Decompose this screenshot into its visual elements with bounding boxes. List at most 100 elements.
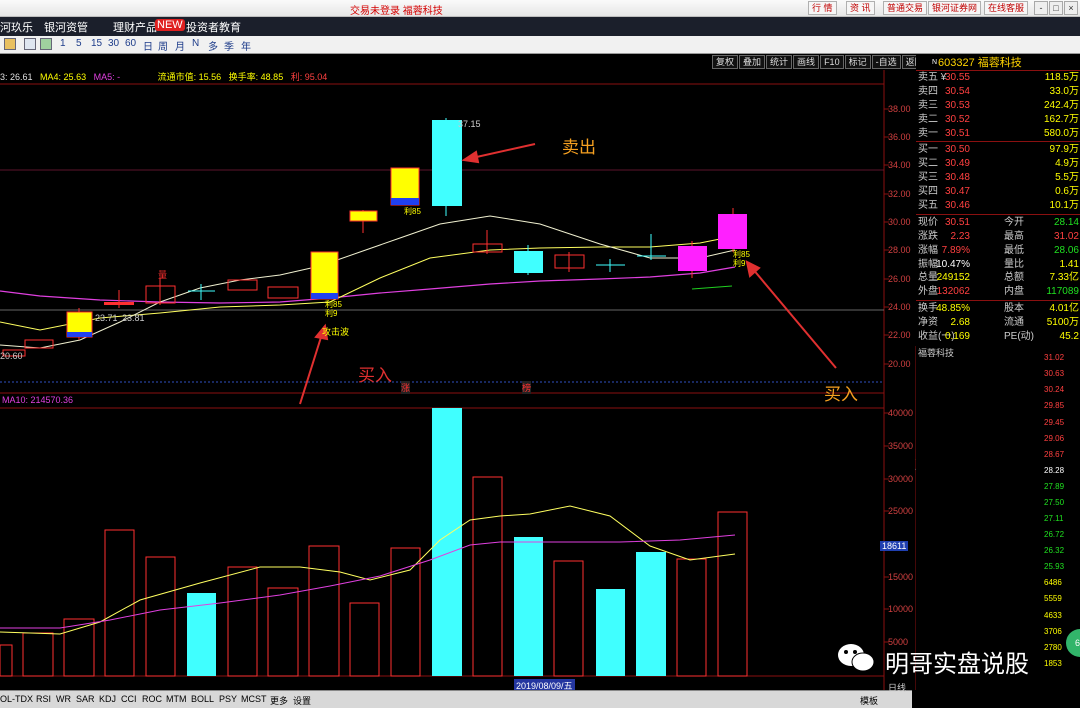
profit-tag: 利9 [733, 259, 746, 268]
ma-marker: 量 [158, 270, 168, 280]
stat-row: 涨跌 2.23 最高 31.02 [918, 230, 1079, 242]
tab-psy[interactable]: PSY [219, 694, 237, 704]
tab-more[interactable]: 更多 [270, 694, 288, 707]
tab-settings[interactable]: 设置 [293, 694, 311, 707]
tab-vol-tdx[interactable]: OL-TDX [0, 694, 33, 704]
ask-row[interactable]: 卖三 30.53 242.4万 [916, 99, 1080, 113]
minimize-icon[interactable]: - [1034, 1, 1048, 15]
price-tick: 38.00 [888, 104, 911, 114]
broker-web-button[interactable]: 银河证券网 [928, 1, 982, 15]
bid-row[interactable]: 买三 30.48 5.5万 [916, 171, 1080, 185]
template-button[interactable]: 模板 [860, 694, 878, 707]
vol-highlight: 18611 [880, 541, 909, 551]
bid-row[interactable]: 买一 30.50 97.9万 [916, 143, 1080, 157]
price-tick: 34.00 [888, 160, 911, 170]
mini-price-tick: 29.06 [1044, 434, 1065, 443]
bid-row[interactable]: 买五 30.46 10.1万 [916, 199, 1080, 213]
divider [916, 213, 1080, 215]
vol-tick: 30000 [888, 474, 914, 484]
mini-price-tick: 28.28 [1044, 466, 1065, 475]
mini-chart-title: 福蓉科技 [918, 348, 955, 358]
vol-tick: 35000 [888, 441, 914, 451]
kline-chart[interactable] [0, 0, 916, 690]
tab-kdj[interactable]: KDJ [99, 694, 116, 704]
mini-vol-tick: 4633 [1044, 611, 1062, 620]
divider [916, 141, 1080, 143]
attack-wave-label: 攻击波 [322, 327, 350, 337]
rank-marker: 榜 [522, 381, 532, 394]
stat-row: 换手 48.85% 股本 4.01亿 [918, 303, 1079, 315]
maximize-icon[interactable]: □ [1049, 1, 1063, 15]
ask-row[interactable]: 卖二 30.52 162.7万 [916, 113, 1080, 127]
mini-vol-tick: 1853 [1044, 659, 1062, 668]
tab-wr[interactable]: WR [56, 694, 71, 704]
quote-panel: N 603327 福蓉科技 卖五 ¥30.55 118.5万 卖四 30.54 33.… [916, 55, 1080, 345]
high-label: 37.15 [458, 119, 481, 129]
tab-rsi[interactable]: RSI [36, 694, 51, 704]
bid-row[interactable]: 买四 30.47 0.6万 [916, 185, 1080, 199]
mini-price-tick: 27.89 [1044, 482, 1065, 491]
mini-vol-tick: 2780 [1044, 643, 1062, 652]
divider [916, 300, 1080, 302]
up-marker: 涨 [401, 381, 411, 394]
stat-row: 净资 2.68 流通 5100万 [918, 317, 1079, 329]
tab-mcst[interactable]: MCST [241, 694, 267, 704]
mini-price-tick: 27.50 [1044, 498, 1065, 507]
indicator-tab-bar: OL-TDX RSI WR SAR KDJ CCI ROC MTM BOLL P… [0, 683, 912, 708]
buy-annotation-1: 买入 [358, 366, 392, 386]
stock-code: 603327 [938, 57, 975, 69]
low-label-1: 23.71 [95, 313, 118, 323]
tab-roc[interactable]: ROC [142, 694, 162, 704]
mini-vol-tick: 6486 [1044, 578, 1062, 587]
tab-sar[interactable]: SAR [76, 694, 95, 704]
bid-row[interactable]: 买二 30.49 4.9万 [916, 157, 1080, 171]
daily-label: 日线 [888, 683, 907, 693]
profit-tag: 利9 [325, 309, 338, 318]
tab-mtm[interactable]: MTM [166, 694, 187, 704]
tab-boll[interactable]: BOLL [191, 694, 214, 704]
mini-price-tick: 31.02 [1044, 353, 1065, 362]
stat-row: 现价 30.51 今开 28.14 [918, 216, 1079, 228]
price-tick: 28.00 [888, 245, 911, 255]
price-tick: 32.00 [888, 189, 911, 199]
mini-vol-tick: 3706 [1044, 627, 1062, 636]
mini-price-tick: 30.24 [1044, 385, 1065, 394]
vol-tick: 40000 [888, 408, 914, 418]
vol-tick: 15000 [888, 572, 914, 582]
stat-row: 总量 249152 总额 7.33亿 [918, 272, 1079, 284]
mini-vol-tick: 5559 [1044, 594, 1062, 603]
buy-annotation-2: 买入 [824, 385, 858, 405]
mini-price-tick: 29.85 [1044, 401, 1065, 410]
mini-price-tick: 26.32 [1044, 546, 1065, 555]
ask-row[interactable]: 卖四 30.54 33.0万 [916, 85, 1080, 99]
sell-annotation: 卖出 [562, 138, 596, 158]
mini-price-tick: 29.45 [1044, 418, 1065, 427]
vol-tick: 10000 [888, 604, 914, 614]
stat-row: 外盘 132062 内盘 117089 [918, 286, 1079, 298]
n-marker: N [932, 59, 938, 66]
watermark-text: 明哥实盘说股 [885, 650, 1029, 678]
ask-row[interactable]: 卖一 30.51 580.0万 [916, 127, 1080, 141]
price-tick: 24.00 [888, 302, 911, 312]
stock-header: N 603327 福蓉科技 [916, 55, 1080, 71]
stat-row: 涨幅 7.89% 最低 28.06 [918, 244, 1079, 256]
close-icon[interactable]: × [1064, 1, 1078, 15]
stat-row: 收益(一) 0.169 PE(动) 45.2 [918, 331, 1079, 343]
speed-badge: 60 [1066, 629, 1080, 657]
mini-price-tick: 27.11 [1044, 514, 1064, 523]
online-service-button[interactable]: 在线客服 [984, 1, 1029, 15]
mini-price-tick: 28.67 [1044, 450, 1065, 459]
bottom-label: 20.60 [0, 351, 23, 361]
price-tick: 30.00 [888, 217, 911, 227]
price-tick: 22.00 [888, 330, 911, 340]
price-tick: 36.00 [888, 132, 911, 142]
tab-cci[interactable]: CCI [121, 694, 137, 704]
low-label-2: 23.81 [122, 313, 145, 323]
wechat-icon [838, 644, 875, 672]
mini-price-tick: 26.72 [1044, 530, 1065, 539]
mini-price-tick: 25.93 [1044, 562, 1065, 571]
vol-tick: 25000 [888, 506, 914, 516]
ask-row[interactable]: 卖五 ¥30.55 118.5万 [916, 71, 1080, 85]
app-window: 交易未登录 福蓉科技 行 情 资 讯 普通交易 银河证券网 在线客服 - □ ×… [0, 0, 1080, 708]
stat-row: 振幅 10.47% 量比 1.41 [918, 258, 1079, 270]
